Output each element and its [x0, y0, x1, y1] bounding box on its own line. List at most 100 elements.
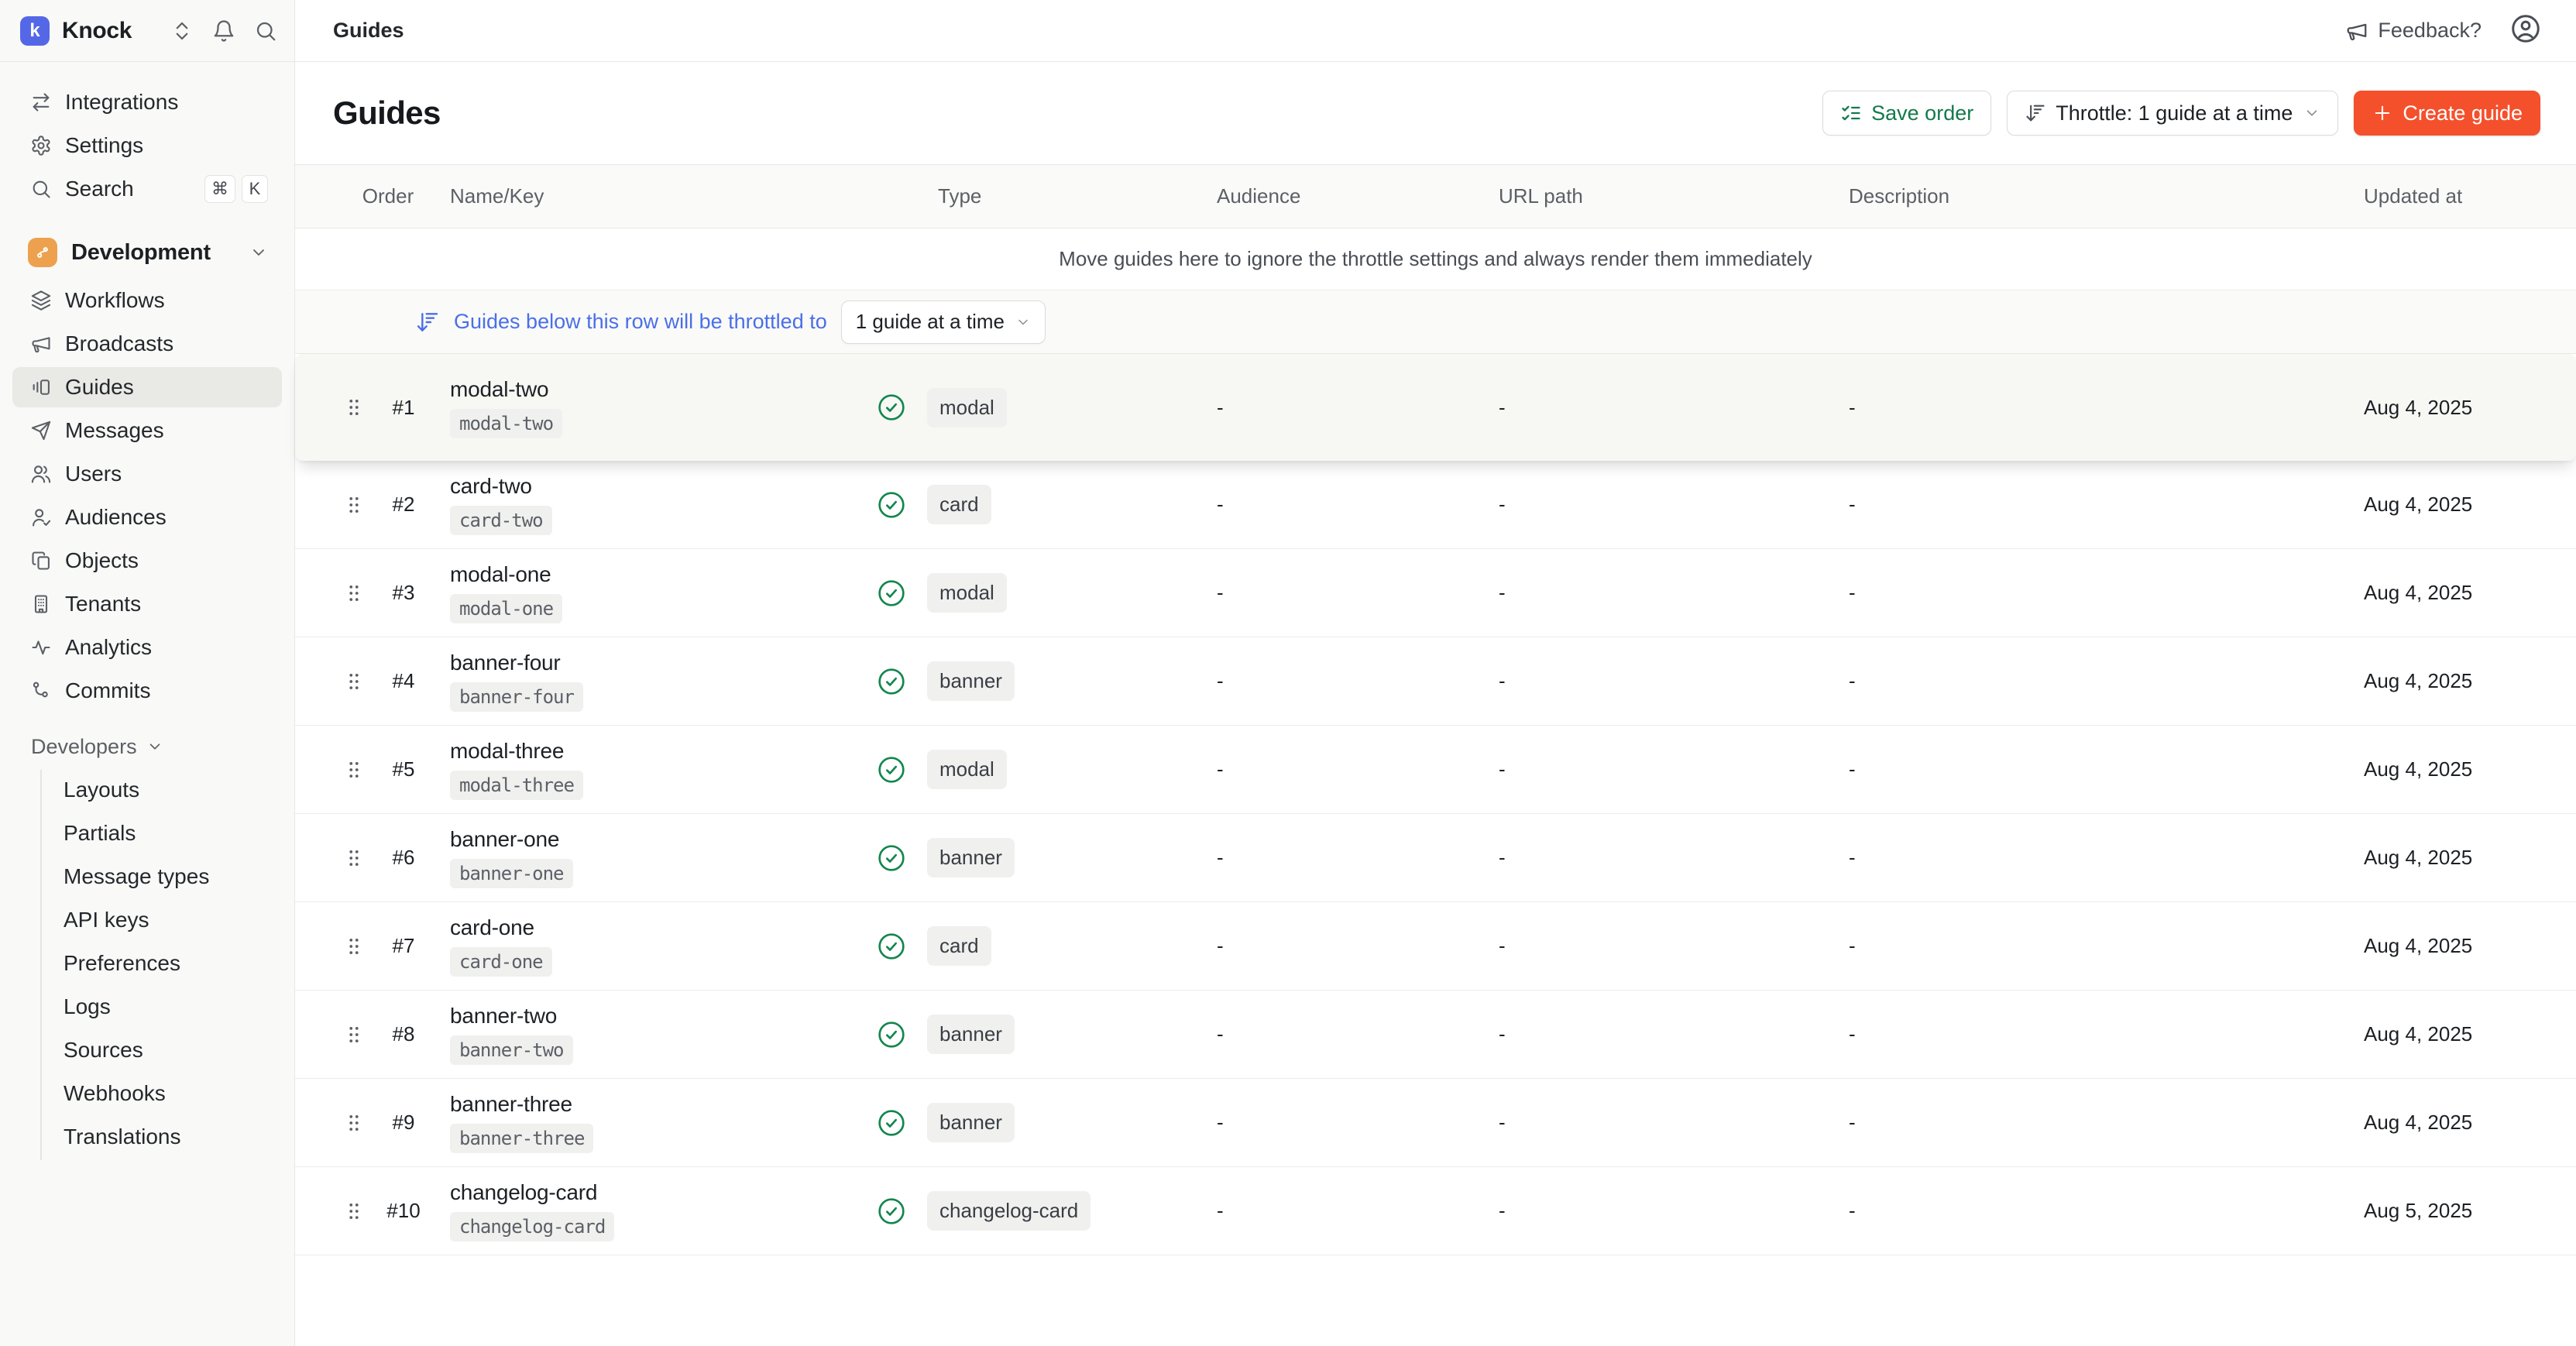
- plus-icon: [2372, 102, 2393, 124]
- copy-icon: [29, 550, 53, 572]
- guide-row[interactable]: #4 banner-four banner-four banner - - - …: [295, 637, 2576, 726]
- guide-row[interactable]: #2 card-two card-two card - - - Aug 4, 2…: [295, 461, 2576, 549]
- guide-row[interactable]: #7 card-one card-one card - - - Aug 4, 2…: [295, 902, 2576, 991]
- guide-description: -: [1849, 846, 2364, 870]
- search-icon[interactable]: [254, 19, 277, 43]
- sidebar-subitem-logs[interactable]: Logs: [42, 987, 282, 1027]
- drag-handle-icon[interactable]: [338, 758, 369, 781]
- sidebar-item-label: Analytics: [65, 635, 152, 660]
- guide-name: card-one: [450, 915, 534, 940]
- guide-name: banner-two: [450, 1004, 557, 1028]
- sort-descending-icon: [415, 310, 440, 335]
- create-guide-button[interactable]: Create guide: [2354, 91, 2540, 136]
- column-header-description: Description: [1849, 184, 2364, 208]
- sidebar-item-tenants[interactable]: Tenants: [12, 584, 282, 624]
- drag-handle-icon[interactable]: [338, 493, 369, 517]
- status-active-check-icon: [876, 578, 907, 609]
- sidebar-item-settings[interactable]: Settings: [12, 125, 282, 166]
- sidebar-subitem-partials[interactable]: Partials: [42, 813, 282, 853]
- guide-row[interactable]: #10 changelog-card changelog-card change…: [295, 1167, 2576, 1255]
- sidebar: k Knock Integrations Settings Search⌘K Dev…: [0, 0, 295, 1346]
- guide-row[interactable]: #3 modal-one modal-one modal - - - Aug 4…: [295, 549, 2576, 637]
- chevrons-up-down-icon[interactable]: [170, 19, 194, 43]
- chevron-down-icon: [2303, 105, 2320, 122]
- topbar: Guides Feedback?: [295, 0, 2576, 62]
- sidebar-subitem-webhooks[interactable]: Webhooks: [42, 1073, 282, 1114]
- sidebar-subitem-translations[interactable]: Translations: [42, 1117, 282, 1157]
- throttle-limit-select[interactable]: 1 guide at a time: [841, 300, 1046, 344]
- guide-row[interactable]: #1 modal-two modal-two modal - - - Aug 4…: [295, 354, 2576, 461]
- sidebar-item-broadcasts[interactable]: Broadcasts: [12, 324, 282, 364]
- drag-handle-icon[interactable]: [338, 670, 369, 693]
- guide-row[interactable]: #8 banner-two banner-two banner - - - Au…: [295, 991, 2576, 1079]
- sidebar-subitem-sources[interactable]: Sources: [42, 1030, 282, 1070]
- guide-key-badge: card-two: [450, 506, 552, 535]
- user-avatar-icon[interactable]: [2509, 12, 2542, 49]
- drag-handle-icon[interactable]: [338, 846, 369, 870]
- status-active-check-icon: [876, 1196, 907, 1227]
- drag-handle-icon[interactable]: [338, 582, 369, 605]
- throttle-dropdown-button[interactable]: Throttle: 1 guide at a time: [2007, 91, 2338, 136]
- throttle-divider-label: Guides below this row will be throttled …: [454, 310, 827, 334]
- guide-audience: -: [1217, 1022, 1499, 1046]
- search-icon: [29, 178, 53, 200]
- sidebar-item-label: Settings: [65, 133, 143, 158]
- workspace-switcher[interactable]: k Knock: [0, 0, 294, 62]
- drag-handle-icon[interactable]: [338, 396, 369, 419]
- drag-handle-icon[interactable]: [338, 1200, 369, 1223]
- guide-updated-at: Aug 4, 2025: [2364, 1111, 2576, 1135]
- sidebar-item-messages[interactable]: Messages: [12, 410, 282, 451]
- guide-order: #9: [369, 1111, 438, 1135]
- guide-audience: -: [1217, 1199, 1499, 1223]
- sidebar-item-workflows[interactable]: Workflows: [12, 280, 282, 321]
- feedback-button[interactable]: Feedback?: [2345, 19, 2482, 43]
- keyboard-shortcut-key: ⌘: [204, 175, 235, 203]
- sidebar-item-analytics[interactable]: Analytics: [12, 627, 282, 668]
- save-order-button[interactable]: Save order: [1822, 91, 1991, 136]
- guide-type-badge: card: [927, 485, 991, 524]
- guide-description: -: [1849, 1199, 2364, 1223]
- guide-row[interactable]: #5 modal-three modal-three modal - - - A…: [295, 726, 2576, 814]
- unthrottled-drop-zone[interactable]: Move guides here to ignore the throttle …: [295, 228, 2576, 290]
- sidebar-item-audiences[interactable]: Audiences: [12, 497, 282, 537]
- guide-url-path: -: [1499, 396, 1849, 420]
- sidebar-item-label: API keys: [64, 908, 149, 932]
- sidebar-item-users[interactable]: Users: [12, 454, 282, 494]
- sidebar-subitem-layouts[interactable]: Layouts: [42, 770, 282, 810]
- users-icon: [29, 463, 53, 485]
- list-checks-icon: [1840, 102, 1862, 124]
- guide-updated-at: Aug 4, 2025: [2364, 493, 2576, 517]
- sidebar-item-search[interactable]: Search⌘K: [12, 169, 282, 209]
- drag-handle-icon[interactable]: [338, 1111, 369, 1135]
- sidebar-section-developers[interactable]: Developers: [12, 728, 282, 765]
- guide-url-path: -: [1499, 1199, 1849, 1223]
- drag-handle-icon[interactable]: [338, 935, 369, 958]
- integrations-icon: [29, 91, 53, 113]
- user-check-icon: [29, 506, 53, 528]
- guide-key-badge: card-one: [450, 947, 552, 977]
- sidebar-subitem-preferences[interactable]: Preferences: [42, 943, 282, 984]
- guide-description: -: [1849, 757, 2364, 781]
- guide-name: modal-one: [450, 562, 551, 587]
- sidebar-developers-nav: LayoutsPartialsMessage types API keys Pref…: [40, 770, 294, 1160]
- guide-audience: -: [1217, 757, 1499, 781]
- sidebar-item-integrations[interactable]: Integrations: [12, 82, 282, 122]
- commits-icon: [29, 680, 53, 702]
- environment-switcher[interactable]: Development: [12, 229, 282, 276]
- sidebar-item-objects[interactable]: Objects: [12, 541, 282, 581]
- page-header: Guides Save order Throttle: 1 guide at a…: [295, 62, 2576, 164]
- guide-order: #2: [369, 493, 438, 517]
- sidebar-item-guides[interactable]: Guides: [12, 367, 282, 407]
- status-active-check-icon: [876, 1019, 907, 1050]
- sidebar-item-commits[interactable]: Commits: [12, 671, 282, 711]
- guides-table: Order Name/Key Type Audience URL path De…: [295, 164, 2576, 1346]
- guide-key-badge: modal-two: [450, 409, 562, 438]
- drag-handle-icon[interactable]: [338, 1023, 369, 1046]
- guide-row[interactable]: #6 banner-one banner-one banner - - - Au…: [295, 814, 2576, 902]
- guide-key-badge: banner-three: [450, 1124, 593, 1153]
- sidebar-subitem-api-keys[interactable]: API keys: [42, 900, 282, 940]
- guide-row[interactable]: #9 banner-three banner-three banner - - …: [295, 1079, 2576, 1167]
- bell-icon[interactable]: [212, 19, 235, 43]
- sidebar-subitem-message-types[interactable]: Message types: [42, 857, 282, 897]
- developers-label: Developers: [31, 735, 137, 759]
